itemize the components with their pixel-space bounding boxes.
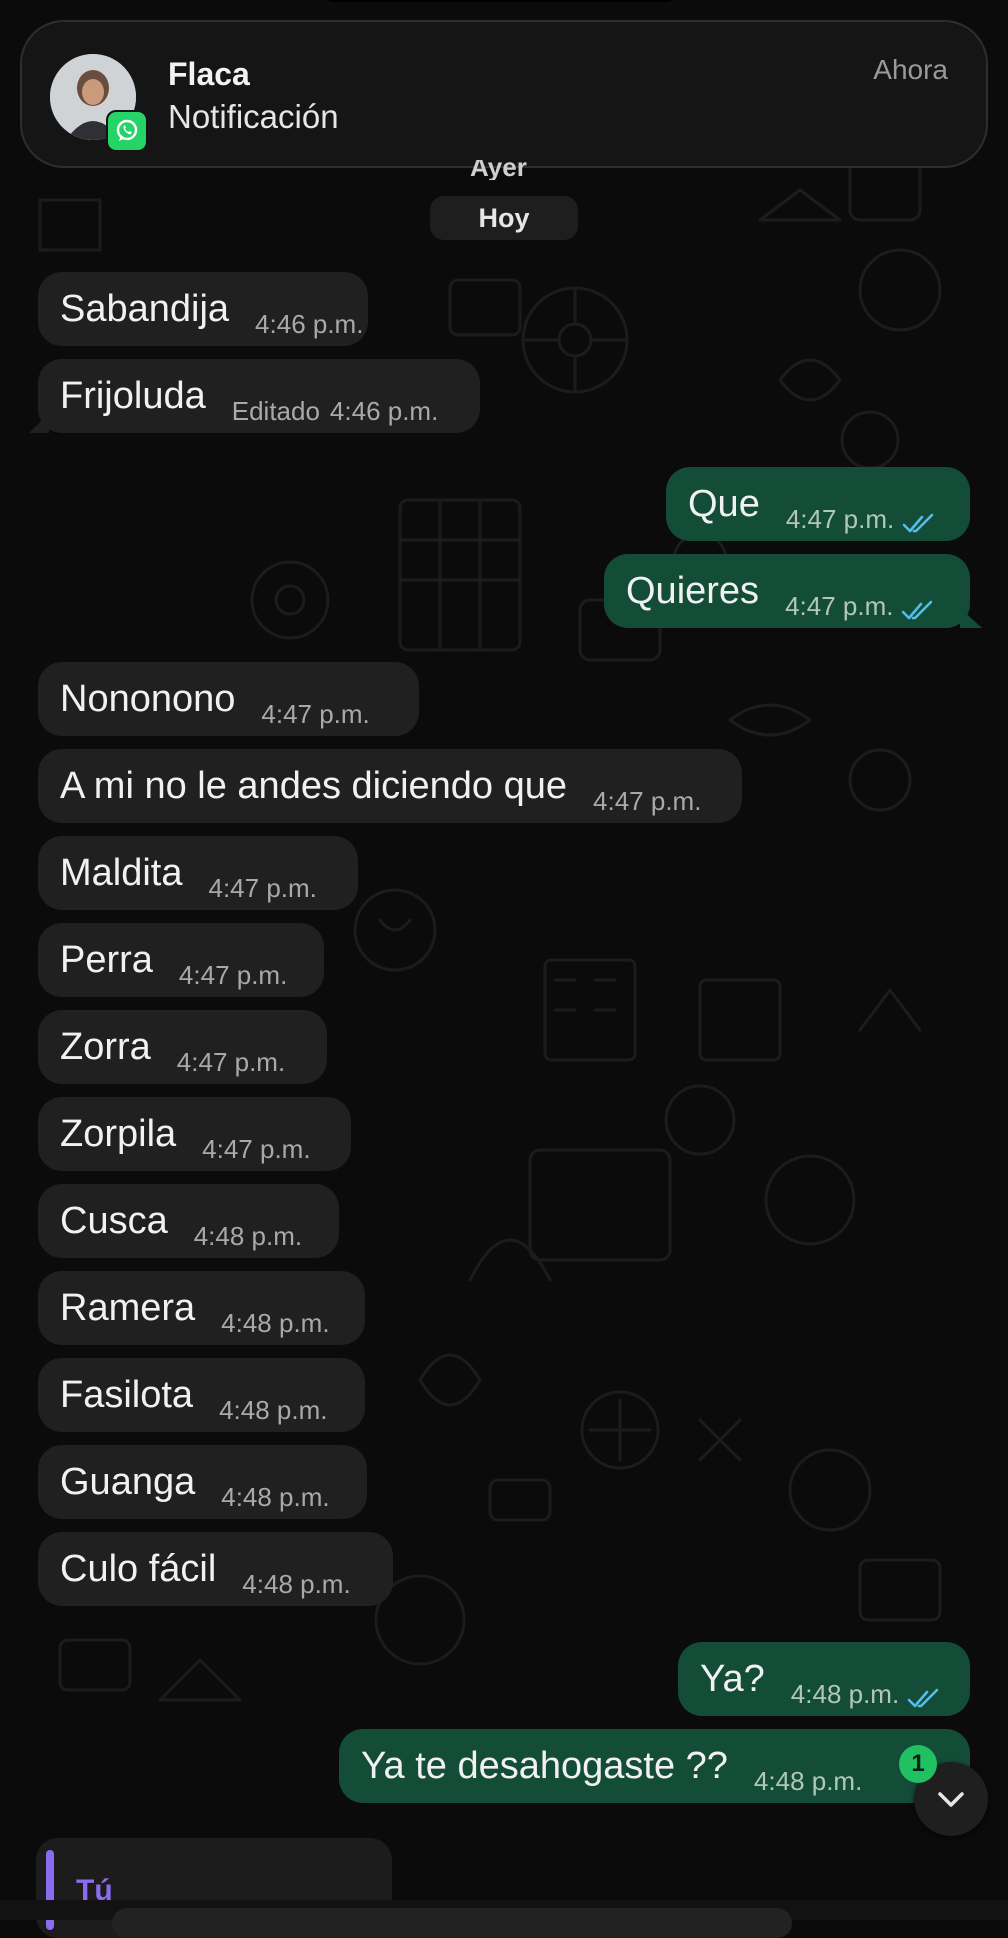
message-time: 4:48 p.m. (753, 1765, 863, 1796)
read-receipt (902, 513, 938, 535)
contact-avatar (50, 54, 148, 152)
message-text: Nononono (60, 677, 236, 720)
message-text: Frijoluda (60, 374, 206, 417)
incoming-message[interactable]: Zorpila 4:47 p.m. (38, 1097, 351, 1171)
message-meta: 4:47 p.m. (202, 1134, 310, 1165)
message-text: Ya te desahogaste ?? (361, 1744, 728, 1787)
message-meta: 4:48 p.m. (791, 1679, 943, 1710)
message-meta: 4:47 p.m. (785, 591, 937, 622)
message-text: Zorpila (60, 1112, 177, 1155)
message-meta: 4:47 p.m. (177, 1047, 285, 1078)
message-time: 4:48 p.m. (790, 1678, 900, 1709)
incoming-message[interactable]: Frijoluda Editado 4:46 p.m. (38, 359, 480, 433)
message-meta: 4:47 p.m. (179, 960, 287, 991)
message-meta: 4:48 p.m. (194, 1221, 302, 1252)
message-text: Quieres (626, 569, 760, 612)
message-time: 4:48 p.m. (221, 1481, 330, 1512)
message-meta: 4:47 p.m. (261, 699, 369, 730)
message-time: 4:48 p.m. (221, 1307, 330, 1338)
double-check-icon (902, 600, 933, 619)
whatsapp-icon (106, 110, 148, 152)
message-text: Ramera (60, 1286, 196, 1329)
message-time: 4:47 p.m. (261, 698, 370, 729)
notification-time: Ahora (873, 54, 948, 85)
unread-count-badge: 1 (899, 1745, 937, 1783)
message-meta: 4:48 p.m. (242, 1569, 350, 1600)
message-time: 4:47 p.m. (785, 503, 895, 534)
message-time: 4:46 p.m. (255, 308, 364, 339)
chevron-down-icon (938, 1792, 964, 1807)
read-receipt (901, 600, 937, 622)
message-meta: 4:47 p.m. (786, 504, 938, 535)
incoming-message[interactable]: Guanga 4:48 p.m. (38, 1445, 367, 1519)
double-check-icon (902, 513, 934, 532)
message-text: Ya? (700, 1657, 765, 1700)
message-text: Maldita (60, 851, 183, 894)
message-meta: 4:47 p.m. (209, 873, 317, 904)
message-meta: 4:47 p.m. (593, 786, 701, 817)
message-time: 4:47 p.m. (178, 959, 288, 990)
read-receipt (907, 1688, 943, 1710)
message-text: A mi no le andes diciendo que (60, 764, 568, 807)
message-time: 4:47 p.m. (785, 590, 894, 621)
message-time: 4:47 p.m. (208, 872, 317, 903)
message-meta: Editado 4:46 p.m. (232, 396, 439, 427)
message-text: Zorra (60, 1025, 151, 1068)
incoming-message[interactable]: Nononono 4:47 p.m. (38, 662, 419, 736)
message-time: 4:48 p.m. (219, 1394, 328, 1425)
incoming-message[interactable]: Fasilota 4:48 p.m. (38, 1358, 365, 1432)
message-meta: 4:48 p.m. (221, 1308, 329, 1339)
incoming-message[interactable]: A mi no le andes diciendo que 4:47 p.m. (38, 749, 742, 823)
message-text: Culo fácil (60, 1547, 217, 1590)
outgoing-message[interactable]: Quieres 4:47 p.m. (604, 554, 970, 628)
message-meta: 4:48 p.m. (754, 1766, 862, 1797)
incoming-message[interactable]: Sabandija 4:46 p.m. (38, 272, 368, 346)
message-time: 4:47 p.m. (176, 1046, 286, 1077)
message-time: 4:48 p.m. (193, 1220, 303, 1251)
message-text: Cusca (60, 1199, 168, 1242)
message-text: Guanga (60, 1460, 196, 1503)
message-text: Que (688, 482, 760, 525)
incoming-message[interactable]: Maldita 4:47 p.m. (38, 836, 358, 910)
message-meta: 4:46 p.m. (255, 309, 363, 340)
incoming-message[interactable]: Culo fácil 4:48 p.m. (38, 1532, 393, 1606)
edited-label: Editado (231, 395, 320, 426)
date-separator: Hoy (430, 196, 578, 240)
message-time: 4:46 p.m. (329, 395, 439, 426)
notification-subtitle: Notificación (168, 98, 339, 135)
outgoing-message[interactable]: Ya te desahogaste ?? 4:48 p.m. (339, 1729, 970, 1803)
incoming-message[interactable]: Ramera 4:48 p.m. (38, 1271, 365, 1345)
incoming-message[interactable]: Zorra 4:47 p.m. (38, 1010, 327, 1084)
whatsapp-notification-banner[interactable]: Flaca Notificación Ahora (20, 20, 988, 168)
message-meta: 4:48 p.m. (219, 1395, 327, 1426)
message-time: 4:47 p.m. (593, 785, 702, 816)
incoming-message[interactable]: Cusca 4:48 p.m. (38, 1184, 339, 1258)
message-text: Fasilota (60, 1373, 194, 1416)
message-meta: 4:48 p.m. (221, 1482, 329, 1513)
device-notch (320, 0, 680, 2)
incoming-message[interactable]: Perra 4:47 p.m. (38, 923, 324, 997)
message-time: 4:48 p.m. (242, 1568, 351, 1599)
outgoing-message[interactable]: Que 4:47 p.m. (666, 467, 970, 541)
message-input[interactable] (112, 1908, 792, 1938)
message-time: 4:47 p.m. (202, 1133, 311, 1164)
notification-title: Flaca (168, 56, 250, 92)
double-check-icon (907, 1688, 939, 1707)
previous-date-label: Ayer (470, 160, 527, 180)
message-text: Perra (60, 938, 153, 981)
outgoing-message[interactable]: Ya? 4:48 p.m. (678, 1642, 970, 1716)
message-text: Sabandija (60, 287, 230, 330)
